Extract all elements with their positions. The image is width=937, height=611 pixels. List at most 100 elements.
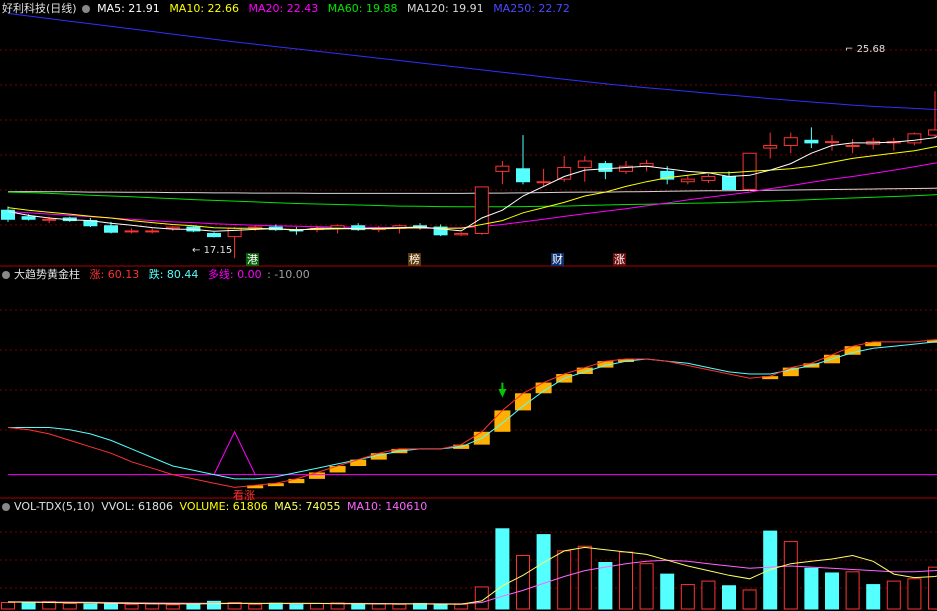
volume-bar bbox=[516, 555, 530, 610]
volume-bar bbox=[83, 603, 98, 610]
volume-bar bbox=[392, 603, 407, 610]
gold-column bbox=[329, 466, 346, 473]
candle-body bbox=[474, 186, 489, 235]
volume-header: VOL-TDX(5,10) VVOL: 61806 VOLUME: 61806 … bbox=[2, 500, 433, 514]
settings-gear-icon[interactable] bbox=[2, 503, 10, 511]
gold-column bbox=[494, 410, 511, 432]
candle-body bbox=[42, 218, 57, 221]
high-price-label: ⌐ 25.68 bbox=[845, 44, 886, 55]
badge-cai[interactable]: 财 bbox=[551, 253, 564, 266]
volume-bar bbox=[104, 602, 118, 610]
volume-bar bbox=[495, 528, 510, 610]
die-line bbox=[8, 341, 937, 480]
candle-body bbox=[207, 233, 221, 238]
badge-bang[interactable]: 榜 bbox=[408, 253, 421, 266]
candle-body bbox=[577, 160, 592, 168]
volume-bar bbox=[268, 602, 283, 610]
volume-bar bbox=[351, 603, 366, 610]
ma120-line bbox=[8, 187, 937, 194]
volume-bar bbox=[804, 567, 819, 610]
volume-bar bbox=[742, 589, 757, 610]
volume-bar bbox=[701, 580, 716, 610]
bullish-signal-label: 看涨 bbox=[233, 489, 255, 502]
volume-bar bbox=[557, 550, 572, 610]
volume-bar bbox=[289, 603, 304, 610]
indicator-title[interactable]: 大趋势黄金柱 bbox=[14, 268, 80, 281]
volume-title[interactable]: VOL-TDX(5,10) bbox=[14, 500, 95, 513]
candle-body bbox=[825, 141, 839, 144]
ma5-line bbox=[7, 135, 937, 232]
volume-bar bbox=[886, 580, 901, 610]
ma10-line bbox=[7, 145, 937, 231]
zhang-line bbox=[7, 339, 937, 488]
volume-bar bbox=[660, 573, 675, 610]
candle-body bbox=[783, 137, 798, 146]
candle-body bbox=[701, 176, 716, 181]
candle-body bbox=[124, 230, 139, 233]
volume-bar bbox=[124, 603, 139, 610]
candle-body bbox=[145, 230, 160, 233]
candle-body bbox=[680, 178, 695, 183]
candle-body bbox=[907, 133, 922, 144]
main-header: 好利科技(日线) MA5: 21.91 MA10: 22.66 MA20: 22… bbox=[2, 2, 576, 16]
vol-ma5-legend: MA5: 74055 bbox=[274, 500, 341, 513]
volume-bar bbox=[783, 541, 798, 610]
volume-bar bbox=[248, 603, 263, 610]
candle-body bbox=[845, 144, 860, 147]
duoxian-spike bbox=[213, 430, 256, 475]
candle-body bbox=[722, 176, 736, 190]
volume-bar bbox=[598, 562, 613, 610]
volume-bar bbox=[62, 602, 77, 610]
candle-body bbox=[928, 129, 937, 136]
gold-column bbox=[844, 346, 861, 355]
volume-bar bbox=[825, 572, 839, 610]
stock-title[interactable]: 好利科技(日线) bbox=[2, 2, 77, 15]
candle-body bbox=[104, 225, 118, 233]
down-arrow-icon bbox=[498, 382, 507, 398]
volume-bar bbox=[207, 600, 221, 610]
low-price-label: ← 17.15 bbox=[192, 245, 233, 256]
gold-column bbox=[288, 478, 305, 484]
candle-body bbox=[536, 181, 551, 184]
volume-bar bbox=[371, 603, 386, 610]
volume-bar bbox=[722, 585, 736, 610]
ma10-legend: MA10: 22.66 bbox=[169, 2, 240, 15]
settings-gear-icon[interactable] bbox=[81, 5, 90, 13]
volume-bar bbox=[928, 566, 937, 610]
gold-column bbox=[309, 472, 325, 479]
volume-bar bbox=[845, 571, 860, 610]
settings-gear-icon[interactable] bbox=[2, 271, 10, 279]
volume-bar bbox=[454, 603, 469, 610]
volume-bar bbox=[310, 602, 324, 610]
candle-body bbox=[454, 233, 469, 236]
volume-bar bbox=[639, 563, 654, 610]
volume-bar bbox=[186, 603, 201, 610]
volume-bar bbox=[763, 530, 778, 610]
zhang-legend: 涨: 60.13 bbox=[89, 268, 140, 281]
candle-body bbox=[21, 216, 36, 220]
volume-bar bbox=[165, 604, 180, 610]
candle-body bbox=[495, 165, 510, 172]
candle-body bbox=[763, 144, 778, 149]
indicator-header: 大趋势黄金柱 涨: 60.13 跌: 80.44 多线: 0.00 : -10.… bbox=[2, 268, 316, 282]
ma20-legend: MA20: 22.43 bbox=[248, 2, 319, 15]
volume-bar bbox=[536, 534, 551, 610]
candle-body bbox=[516, 168, 530, 183]
volume-bar bbox=[680, 584, 695, 610]
volume-bar bbox=[577, 545, 592, 610]
volume-bar bbox=[619, 551, 633, 610]
volume-bar bbox=[1, 601, 15, 610]
volume-bar bbox=[866, 584, 881, 610]
ma5-legend: MA5: 21.91 bbox=[97, 2, 160, 15]
badge-gang[interactable]: 港 bbox=[246, 253, 259, 266]
ma250-legend: MA250: 22.72 bbox=[493, 2, 570, 15]
candle-body bbox=[227, 227, 242, 238]
extra-legend: : -10.00 bbox=[267, 268, 310, 281]
die-legend: 跌: 80.44 bbox=[148, 268, 199, 281]
candle-body bbox=[557, 166, 572, 180]
volume-bar bbox=[21, 601, 36, 610]
ma120-legend: MA120: 19.91 bbox=[406, 2, 484, 15]
badge-zhang[interactable]: 涨 bbox=[613, 253, 626, 266]
candle-body bbox=[165, 226, 180, 229]
vvol-legend: VVOL: 61806 bbox=[101, 500, 174, 513]
